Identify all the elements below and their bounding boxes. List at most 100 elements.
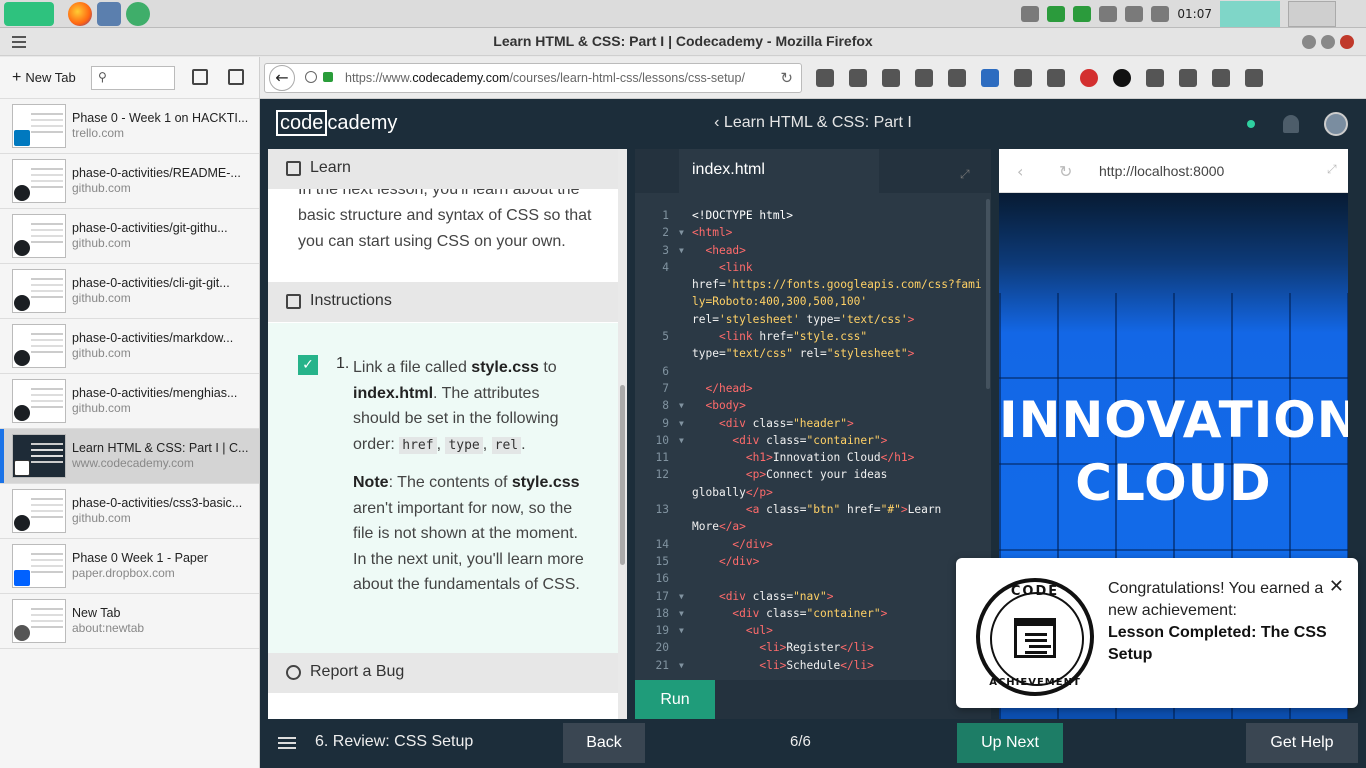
fold-arrow-icon[interactable]: ▼ bbox=[679, 432, 684, 449]
firefox-launcher-icon[interactable] bbox=[68, 2, 92, 26]
code-line[interactable]: 4 <link href='https://fonts.googleapis.c… bbox=[635, 259, 991, 328]
code-line[interactable]: 2 ▼ <html> bbox=[635, 224, 991, 241]
close-window-button[interactable] bbox=[1340, 35, 1354, 49]
code-line[interactable]: 13 <a class="btn" href="#">Learn More</a… bbox=[635, 501, 991, 536]
avatar[interactable] bbox=[1324, 112, 1348, 136]
battery-icon[interactable] bbox=[1073, 6, 1092, 22]
fold-arrow-icon[interactable]: ▼ bbox=[679, 588, 684, 605]
reload-icon[interactable]: ↻ bbox=[780, 69, 793, 87]
preview-url[interactable]: http://localhost:8000 bbox=[1099, 163, 1224, 179]
lock-icon[interactable] bbox=[323, 72, 333, 82]
run-button[interactable]: Run bbox=[635, 680, 715, 719]
code-lines[interactable]: 1 <!DOCTYPE html> 2 ▼ <html> 3 ▼ <head> 4 <link… bbox=[635, 207, 991, 674]
code-line[interactable]: 15 </div> bbox=[635, 553, 991, 570]
bookmark-star-icon[interactable] bbox=[816, 69, 834, 87]
step-complete-checkbox[interactable]: ✓ bbox=[298, 355, 318, 375]
editor-scrollbar[interactable] bbox=[986, 199, 990, 389]
sidebar-tab[interactable]: phase-0-activities/menghias... github.com bbox=[0, 374, 259, 429]
volume-icon[interactable] bbox=[1151, 6, 1170, 22]
dropper-icon[interactable] bbox=[1014, 69, 1032, 87]
signal-icon[interactable] bbox=[1125, 6, 1144, 22]
course-breadcrumb[interactable]: ‹ Learn HTML & CSS: Part I bbox=[260, 114, 1366, 132]
sidebar-tab[interactable]: Phase 0 Week 1 - Paper paper.dropbox.com bbox=[0, 539, 259, 594]
fold-arrow-icon[interactable]: ▼ bbox=[679, 622, 684, 639]
code-line[interactable]: 16 bbox=[635, 570, 991, 587]
code-line[interactable]: 7 </head> bbox=[635, 380, 991, 397]
open-menu-icon[interactable] bbox=[1245, 69, 1263, 87]
site-info-icon[interactable] bbox=[305, 71, 317, 83]
code-line[interactable]: 6 bbox=[635, 363, 991, 380]
code-line[interactable]: 9 ▼ <div class="header"> bbox=[635, 415, 991, 432]
code-line[interactable]: 11 <h1>Innovation Cloud</h1> bbox=[635, 449, 991, 466]
up-next-button[interactable]: Up Next bbox=[957, 723, 1063, 763]
code-line[interactable]: 1 <!DOCTYPE html> bbox=[635, 207, 991, 224]
url-bar[interactable]: ← https://www.codecademy.com/courses/lea… bbox=[264, 63, 802, 93]
adblock-icon[interactable] bbox=[1080, 69, 1098, 87]
sidebar-tab[interactable]: phase-0-activities/README-... github.com bbox=[0, 154, 259, 209]
expand-preview-icon[interactable]: ⤢ bbox=[1327, 162, 1337, 177]
vpn-icon[interactable] bbox=[1047, 6, 1066, 22]
close-icon[interactable]: ✕ bbox=[1329, 576, 1344, 597]
code-line[interactable]: 14 </div> bbox=[635, 536, 991, 553]
fold-arrow-icon[interactable]: ▼ bbox=[679, 657, 684, 674]
back-lesson-button[interactable]: Back bbox=[563, 723, 645, 763]
code-line[interactable]: 19 ▼ <ul> bbox=[635, 622, 991, 639]
screenshot-icon[interactable] bbox=[1212, 69, 1230, 87]
sidebar-tab[interactable]: phase-0-activities/cli-git-git... github.… bbox=[0, 264, 259, 319]
code-line[interactable]: 21 ▼ <li>Schedule</li> bbox=[635, 657, 991, 674]
pocket-icon[interactable] bbox=[948, 69, 966, 87]
fold-arrow-icon[interactable]: ▼ bbox=[679, 415, 684, 432]
tab-search-input[interactable]: ⚲ bbox=[91, 66, 175, 90]
colorzilla-icon[interactable] bbox=[1113, 69, 1131, 87]
extension-2-icon[interactable] bbox=[1146, 69, 1164, 87]
app-menu-icon[interactable] bbox=[4, 2, 54, 26]
sidebar-tab[interactable]: Phase 0 - Week 1 on HACKTI... trello.com bbox=[0, 99, 259, 154]
tab-overview-icon[interactable] bbox=[192, 69, 208, 85]
extension-icon[interactable] bbox=[1047, 69, 1065, 87]
fold-arrow-icon[interactable]: ▼ bbox=[679, 397, 684, 414]
preview-back-icon[interactable]: ‹ bbox=[1017, 162, 1023, 181]
bookmarks-icon[interactable] bbox=[981, 69, 999, 87]
incognito-icon[interactable] bbox=[1179, 69, 1197, 87]
home-icon[interactable] bbox=[915, 69, 933, 87]
sidebar-tab[interactable]: phase-0-activities/css3-basic... github.c… bbox=[0, 484, 259, 539]
code-line[interactable]: 17 ▼ <div class="nav"> bbox=[635, 588, 991, 605]
code-line[interactable]: 12 <p>Connect your ideas globally</p> bbox=[635, 466, 991, 501]
code-line[interactable]: 18 ▼ <div class="container"> bbox=[635, 605, 991, 622]
download-icon[interactable] bbox=[882, 69, 900, 87]
lesson-name[interactable]: 6. Review: CSS Setup bbox=[315, 733, 473, 751]
preview-reload-icon[interactable]: ↻ bbox=[1059, 162, 1072, 181]
code-line[interactable]: 3 ▼ <head> bbox=[635, 242, 991, 259]
new-tab-button[interactable]: + New Tab bbox=[12, 69, 76, 87]
collapse-sidebar-icon[interactable] bbox=[228, 69, 244, 85]
fold-arrow-icon[interactable]: ▼ bbox=[679, 605, 684, 622]
fold-arrow-icon[interactable]: ▼ bbox=[679, 242, 684, 259]
code-line[interactable]: 20 <li>Register</li> bbox=[635, 639, 991, 656]
sidebar-tab[interactable]: Learn HTML & CSS: Part I | C... www.codec… bbox=[0, 429, 259, 484]
instructions-section-header[interactable]: Instructions bbox=[268, 282, 618, 322]
settings-icon[interactable] bbox=[1021, 6, 1040, 22]
back-button[interactable]: ← bbox=[269, 65, 295, 91]
firefox-task-thumbnail[interactable] bbox=[1220, 1, 1280, 27]
learn-section-header[interactable]: Learn bbox=[268, 149, 618, 189]
get-help-button[interactable]: Get Help bbox=[1246, 723, 1358, 763]
atom-launcher-icon[interactable] bbox=[126, 2, 150, 26]
bluetooth-icon[interactable] bbox=[1099, 6, 1118, 22]
report-bug-button[interactable]: Report a Bug bbox=[268, 653, 618, 693]
code-line[interactable]: 10 ▼ <div class="container"> bbox=[635, 432, 991, 449]
expand-editor-icon[interactable]: ⤢ bbox=[960, 165, 972, 181]
sidebar-tab[interactable]: New Tab about:newtab bbox=[0, 594, 259, 649]
tab-index-html[interactable]: index.html bbox=[679, 149, 879, 193]
minimize-button[interactable] bbox=[1302, 35, 1316, 49]
empty-workspace[interactable] bbox=[1288, 1, 1336, 27]
notification-bell-icon[interactable] bbox=[1283, 115, 1299, 133]
maximize-button[interactable] bbox=[1321, 35, 1335, 49]
learn-scrollbar[interactable] bbox=[618, 149, 627, 719]
code-line[interactable]: 5 <link href="style.css" type="text/css"… bbox=[635, 328, 991, 363]
window-launcher-icon[interactable] bbox=[97, 2, 121, 26]
learn-scroll-thumb[interactable] bbox=[620, 385, 625, 565]
url-text[interactable]: https://www.codecademy.com/courses/learn… bbox=[345, 71, 775, 85]
reading-list-icon[interactable] bbox=[849, 69, 867, 87]
fold-arrow-icon[interactable]: ▼ bbox=[679, 224, 684, 241]
code-line[interactable]: 8 ▼ <body> bbox=[635, 397, 991, 414]
